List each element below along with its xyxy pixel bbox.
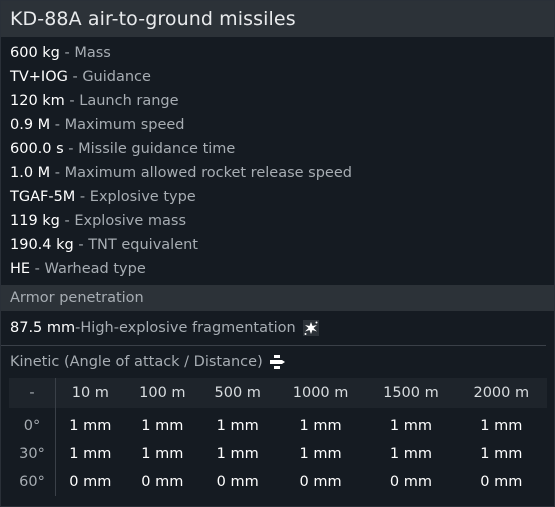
penetration-cell: 0 mm xyxy=(141,474,184,490)
stat-separator: - xyxy=(59,45,75,61)
penetration-cell: 0 mm xyxy=(389,474,432,490)
he-frag-value: 87.5 mm xyxy=(10,320,76,336)
he-fragmentation-row: 87.5 mm - High-explosive fragmentation xyxy=(1,311,546,346)
table-header-row: - 10 m 100 m 500 m 1000 m 1500 m 2000 m xyxy=(9,378,547,408)
stat-separator: - xyxy=(73,237,89,253)
distance-header: 500 m xyxy=(214,385,261,401)
kinetic-penetration-table: - 10 m 100 m 500 m 1000 m 1500 m 2000 m … xyxy=(9,378,547,496)
penetration-cell: 1 mm xyxy=(69,446,112,462)
stat-row-tnt-equivalent: 190.4 kg - TNT equivalent xyxy=(1,233,554,257)
table-row: 30° 1 mm 1 mm 1 mm 1 mm 1 mm 1 mm xyxy=(9,440,547,468)
penetration-cell: 1 mm xyxy=(216,418,259,434)
penetration-cell: 1 mm xyxy=(389,446,432,462)
distance-header: 10 m xyxy=(71,385,109,401)
penetration-cell: 1 mm xyxy=(141,418,184,434)
stat-label: Maximum speed xyxy=(64,117,185,133)
distance-header: 100 m xyxy=(139,385,186,401)
stat-row-launch-range: 120 km - Launch range xyxy=(1,89,554,113)
stats-list: 600 kg - Mass TV+IOG - Guidance 120 km -… xyxy=(1,37,554,281)
missile-info-panel: KD-88A air-to-ground missiles 600 kg - M… xyxy=(0,0,555,507)
armor-penetration-header: Armor penetration xyxy=(1,285,554,311)
stat-value: TV+IOG xyxy=(10,69,68,85)
stat-separator: - xyxy=(50,117,65,133)
stat-separator: - xyxy=(67,69,83,85)
stat-value: 120 km xyxy=(10,93,65,109)
penetration-cell: 1 mm xyxy=(299,446,342,462)
stat-label: Missile guidance time xyxy=(78,141,236,157)
table-row: 60° 0 mm 0 mm 0 mm 0 mm 0 mm 0 mm xyxy=(9,468,547,496)
stat-value: HE xyxy=(10,261,31,277)
table-row: 0° 1 mm 1 mm 1 mm 1 mm 1 mm 1 mm xyxy=(9,408,547,440)
penetration-cell: 1 mm xyxy=(216,446,259,462)
penetration-cell: 1 mm xyxy=(69,418,112,434)
kinetic-title-row: Kinetic (Angle of attack / Distance) xyxy=(1,346,554,378)
explosion-icon xyxy=(302,319,320,337)
stat-label: Maximum allowed rocket release speed xyxy=(64,165,352,181)
he-frag-label: High-explosive fragmentation xyxy=(80,320,296,336)
angle-cell: 30° xyxy=(9,440,56,468)
stat-label: Warhead type xyxy=(44,261,146,277)
stat-row-explosive-mass: 119 kg - Explosive mass xyxy=(1,209,554,233)
penetration-cell: 0 mm xyxy=(216,474,259,490)
stat-row-max-speed: 0.9 M - Maximum speed xyxy=(1,113,554,137)
stat-value: TGAF-5M xyxy=(10,189,76,205)
stat-value: 1.0 M xyxy=(10,165,51,181)
stat-separator: - xyxy=(64,93,80,109)
penetration-cell: 0 mm xyxy=(299,474,342,490)
stat-label: Explosive mass xyxy=(74,213,187,229)
stat-label: Guidance xyxy=(82,69,151,85)
stat-separator: - xyxy=(63,141,79,157)
stat-row-release-speed: 1.0 M - Maximum allowed rocket release s… xyxy=(1,161,554,185)
penetration-cell: 1 mm xyxy=(480,446,523,462)
penetration-cell: 0 mm xyxy=(69,474,112,490)
angle-cell: 0° xyxy=(9,408,56,440)
stat-value: 600 kg xyxy=(10,45,60,61)
stat-label: TNT equivalent xyxy=(88,237,198,253)
penetration-cell: 0 mm xyxy=(480,474,523,490)
corner-cell: - xyxy=(9,378,56,408)
angle-cell: 60° xyxy=(9,468,56,496)
distance-header: 1500 m xyxy=(383,385,439,401)
stat-value: 600.0 s xyxy=(10,141,64,157)
distance-header: 1000 m xyxy=(292,385,349,401)
projectile-icon xyxy=(267,354,287,370)
stat-row-explosive-type: TGAF-5M - Explosive type xyxy=(1,185,554,209)
stat-separator: - xyxy=(50,165,65,181)
stat-value: 190.4 kg xyxy=(10,237,74,253)
stat-row-mass: 600 kg - Mass xyxy=(1,41,554,65)
kinetic-title: Kinetic (Angle of attack / Distance) xyxy=(10,354,263,370)
penetration-cell: 1 mm xyxy=(389,418,432,434)
panel-title: KD-88A air-to-ground missiles xyxy=(1,1,554,37)
stat-label: Mass xyxy=(74,45,111,61)
stat-separator: - xyxy=(75,189,90,205)
stat-label: Launch range xyxy=(79,93,179,109)
stat-row-guidance: TV+IOG - Guidance xyxy=(1,65,554,89)
stat-row-warhead-type: HE - Warhead type xyxy=(1,257,554,281)
stat-separator: - xyxy=(59,213,75,229)
distance-header: 2000 m xyxy=(473,385,530,401)
stat-value: 119 kg xyxy=(10,213,60,229)
penetration-cell: 1 mm xyxy=(480,418,523,434)
penetration-cell: 1 mm xyxy=(141,446,184,462)
stat-row-guidance-time: 600.0 s - Missile guidance time xyxy=(1,137,554,161)
penetration-cell: 1 mm xyxy=(299,418,342,434)
stat-label: Explosive type xyxy=(89,189,196,205)
stat-value: 0.9 M xyxy=(10,117,51,133)
stat-separator: - xyxy=(30,261,45,277)
